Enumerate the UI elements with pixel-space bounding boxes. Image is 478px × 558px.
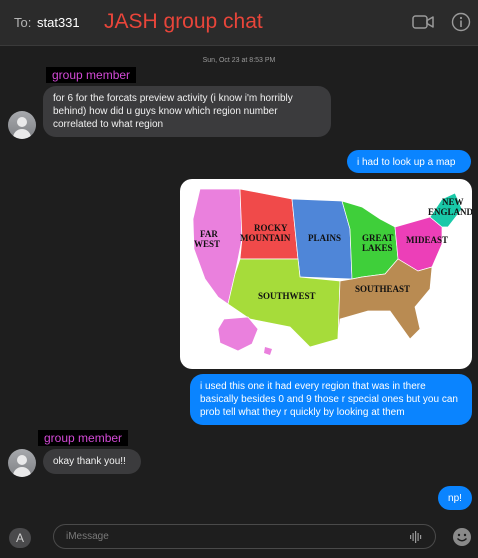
app-store-icon[interactable]: A (9, 528, 31, 548)
new-england-line2: ENGLAND (428, 207, 472, 217)
incoming-message-bubble[interactable]: okay thank you!! (43, 449, 141, 474)
outgoing-message-bubble[interactable]: np! (438, 486, 472, 510)
sender-label: group member (46, 67, 137, 83)
audio-waveform-icon[interactable] (409, 530, 423, 544)
to-label: To: (14, 15, 32, 30)
message-timestamp: Sun, Oct 23 at 8:53 PM (202, 57, 276, 64)
new-england-line1: NEW (442, 197, 464, 207)
message-composer: A (0, 518, 478, 558)
imessage-input[interactable] (53, 524, 436, 549)
region-label-plains: PLAINS (308, 233, 341, 243)
map-image-attachment[interactable]: FAR WEST ROCKY MOUNTAIN PLAINS GREAT LAK… (180, 179, 472, 369)
video-camera-icon[interactable] (412, 12, 434, 32)
region-label-new-england: NEW ENGLAND (428, 197, 472, 217)
info-icon[interactable] (451, 12, 471, 32)
avatar[interactable] (8, 111, 36, 139)
region-label-great-lakes: GREAT LAKES (362, 233, 395, 253)
far-west-line2: WEST (194, 239, 220, 249)
outgoing-message-bubble[interactable]: i had to look up a map (347, 150, 471, 173)
great-lakes-line1: GREAT (362, 233, 393, 243)
region-label-mideast: MIDEAST (406, 235, 448, 245)
chat-title: JASH group chat (104, 10, 263, 33)
great-lakes-line2: LAKES (362, 243, 393, 253)
conversation-header: To: stat331 JASH group chat (0, 0, 478, 46)
emoji-icon[interactable] (452, 527, 472, 547)
far-west-line1: FAR (200, 229, 218, 239)
sender-label: group member (38, 430, 129, 446)
region-label-southeast: SOUTHEAST (355, 284, 410, 294)
incoming-message-bubble[interactable]: for 6 for the forcats preview activity (… (43, 86, 331, 137)
region-label-southwest: SOUTHWEST (258, 291, 316, 301)
rocky-mountain-line2: MOUNTAIN (240, 233, 291, 243)
recipient-name[interactable]: stat331 (37, 15, 80, 30)
us-regions-map: FAR WEST ROCKY MOUNTAIN PLAINS GREAT LAK… (192, 188, 472, 355)
rocky-mountain-line1: ROCKY (254, 223, 288, 233)
outgoing-message-bubble[interactable]: i used this one it had every region that… (190, 374, 472, 425)
avatar[interactable] (8, 449, 36, 477)
